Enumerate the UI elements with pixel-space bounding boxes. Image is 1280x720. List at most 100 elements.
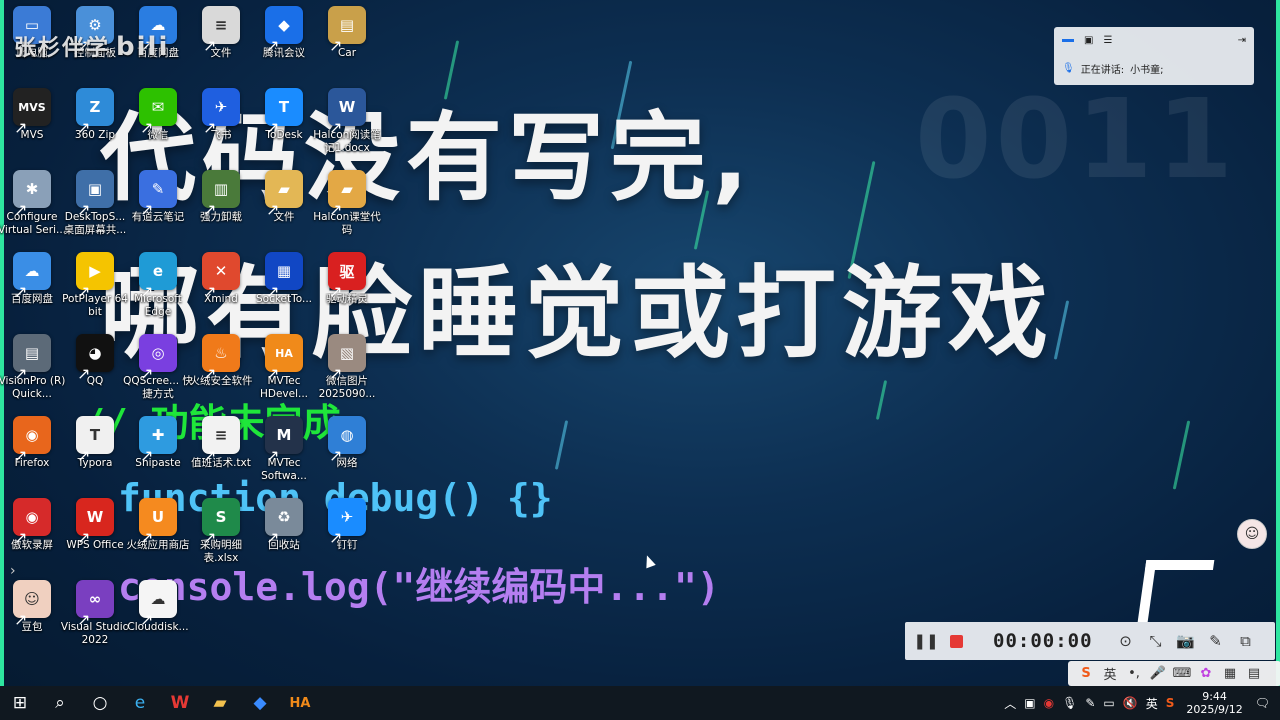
desktop-icon[interactable]: Z ↗ 360 Zip (63, 88, 127, 170)
camera-icon[interactable]: 📷 (1171, 626, 1201, 656)
desktop-icon[interactable]: 驱 ↗ 驱动精灵 (315, 252, 379, 334)
desktop-icon[interactable]: ◕ ↗ QQ (63, 334, 127, 416)
tray-network-icon[interactable]: ▭ (1099, 696, 1118, 710)
taskbar-wps-icon[interactable]: W (160, 686, 200, 720)
desktop-icon[interactable]: HA ↗ MVTec HDevel... (252, 334, 316, 416)
ime-menu-icon[interactable]: ▤ (1242, 666, 1266, 681)
tray-pen-icon[interactable]: ✎ (1081, 696, 1099, 710)
desktop-icon-label: Firefox (14, 457, 50, 469)
desktop-icon[interactable]: ▦ ↗ SocketTo... (252, 252, 316, 334)
toolbox-icon[interactable]: ▦ (1218, 666, 1242, 681)
search-icon[interactable]: ⌕ (40, 686, 80, 720)
shortcut-arrow-icon: ↗ (140, 610, 154, 629)
desktop-icon[interactable]: ▣ ↗ DeskTopS... 桌面屏幕共... (63, 170, 127, 252)
stop-record-button[interactable] (941, 626, 971, 656)
desktop-icon[interactable]: W ↗ Halcon阅读笔记1.docx (313, 88, 381, 170)
minimize-icon[interactable] (1062, 38, 1074, 42)
video-watermark: 张杉伴学 bili (14, 30, 169, 62)
desktop-icon[interactable]: ✕ ↗ Xmind (189, 252, 253, 334)
desktop-icon-label: Halcon课堂代码 (313, 211, 381, 236)
shortcut-arrow-icon: ↗ (203, 282, 217, 301)
desktop-icon[interactable]: ◍ ↗ 网络 (315, 416, 379, 498)
desktop-icon[interactable]: ☁ ↗ Clouddisk... (126, 580, 190, 662)
tray-sogou-icon[interactable]: S (1162, 696, 1179, 710)
shortcut-arrow-icon: ↗ (77, 364, 91, 383)
shortcut-arrow-icon: ↗ (77, 200, 91, 219)
task-view-icon[interactable]: ○ (80, 686, 120, 720)
desktop-icon[interactable]: ▤ ↗ VisionPro (R) Quick... (0, 334, 65, 416)
desktop-icon[interactable]: ▥ ↗ 强力卸载 (189, 170, 253, 252)
desktop-icon[interactable]: ◉ ↗ Firefox (0, 416, 64, 498)
shortcut-arrow-icon: ↗ (140, 118, 154, 137)
desktop-icon-label: 傲软录屏 (11, 539, 53, 551)
desktop-icon[interactable]: ☺ ↗ 豆包 (0, 580, 64, 662)
desktop-icon-label: 百度网盘 (11, 293, 53, 305)
camera-focus-icon[interactable]: ⊙ (1111, 626, 1141, 656)
chevron-right-icon[interactable]: › (10, 563, 16, 579)
taskbar-tencent-meeting-icon[interactable]: ◆ (240, 686, 280, 720)
desktop-icon[interactable]: ▶ ↗ PotPlayer 64 bit (62, 252, 128, 334)
list-icon[interactable]: ☰ (1103, 35, 1112, 46)
tray-app-icon[interactable]: ▣ (1020, 696, 1039, 710)
voice-input-icon[interactable]: 🎤 (1146, 666, 1170, 681)
start-button[interactable]: ⊞ (0, 686, 40, 720)
desktop-icon[interactable]: ✉ ↗ 微信 (126, 88, 190, 170)
desktop-icon[interactable]: ≡ ↗ 文件 (189, 6, 253, 88)
desktop-icon[interactable]: ▧ ↗ 微信图片 2025090... (315, 334, 379, 416)
ime-language-toggle[interactable]: 英 (1098, 664, 1122, 683)
desktop-icon[interactable]: ✈ ↗ 飞书 (189, 88, 253, 170)
desktop-icon[interactable]: M ↗ MVTec Softwa... (252, 416, 316, 498)
keyboard-icon[interactable]: ⌨ (1170, 666, 1194, 681)
desktop-icon-label: QQ (86, 375, 104, 387)
desktop-icon[interactable]: U ↗ 火绒应用商店 (126, 498, 190, 580)
tray-expand-icon[interactable]: ︿ (1000, 695, 1020, 712)
pause-icon[interactable]: ❚❚ (911, 626, 941, 656)
skin-icon[interactable]: ✿ (1194, 666, 1218, 681)
desktop-icon[interactable]: e ↗ Microsoft Edge (126, 252, 190, 334)
desktop-icon[interactable]: T ↗ ToDesk (252, 88, 316, 170)
desktop-icon[interactable]: ✚ ↗ Snipaste (126, 416, 190, 498)
desktop-icon[interactable]: ♨ ↗ 火绒安全软件 (189, 334, 253, 416)
desktop-icon[interactable]: S ↗ 采购明细表.xlsx (189, 498, 253, 580)
shortcut-arrow-icon: ↗ (140, 446, 154, 465)
desktop-icon[interactable]: ▤ ↗ Car (315, 6, 379, 88)
expand-icon[interactable]: ⇥ (1238, 35, 1246, 46)
taskbar-clock[interactable]: 9:44 2025/9/12 (1178, 690, 1250, 716)
desktop-icon[interactable]: W ↗ WPS Office (63, 498, 127, 580)
notification-icon[interactable]: 🗨 (1251, 696, 1280, 710)
pen-icon[interactable]: ✎ (1201, 626, 1231, 656)
desktop-icon[interactable]: T ↗ Typora (63, 416, 127, 498)
tray-sound-icon[interactable]: 🔇 (1119, 696, 1142, 710)
window-icon[interactable]: ▣ (1084, 35, 1093, 46)
tray-record-icon[interactable]: ◉ (1040, 696, 1058, 710)
meeting-speaker-panel: ▣ ☰ ⇥ 🎙 正在讲话: 小书童; (1054, 27, 1254, 85)
shortcut-arrow-icon: ↗ (266, 200, 280, 219)
desktop-icon[interactable]: ◆ ↗ 腾讯会议 (252, 6, 316, 88)
desktop-icon[interactable]: ☁ ↗ 百度网盘 (0, 252, 64, 334)
shrink-icon[interactable]: ⤡ (1141, 626, 1171, 656)
tray-ime-language[interactable]: 英 (1142, 695, 1162, 712)
desktop-icon[interactable]: ≡ ↗ 值班话术.txt (189, 416, 253, 498)
shortcut-arrow-icon: ↗ (329, 446, 343, 465)
popout-icon[interactable]: ⧉ (1231, 626, 1261, 656)
assistant-avatar[interactable]: ☺ (1237, 519, 1267, 549)
desktop-icon[interactable]: ∞ ↗ Visual Studio 2022 (61, 580, 129, 662)
taskbar-edge-icon[interactable]: e (120, 686, 160, 720)
desktop-icon-label: QQScree... 快捷方式 (123, 375, 193, 400)
sogou-logo-icon[interactable]: S (1074, 666, 1098, 681)
desktop-icon[interactable]: MVS ↗ MVS (0, 88, 64, 170)
desktop-icon[interactable]: ▰ ↗ Halcon课堂代码 (313, 170, 381, 252)
desktop-icon[interactable]: ✈ ↗ 钉钉 (315, 498, 379, 580)
tray-mic-icon[interactable]: 🎙 (1058, 696, 1081, 710)
taskbar-halcon-icon[interactable]: HA (280, 686, 320, 720)
desktop-icon[interactable]: ◎ ↗ QQScree... 快捷方式 (123, 334, 193, 416)
clock-time: 9:44 (1202, 690, 1227, 703)
desktop-icon-label: ToDesk (265, 129, 303, 141)
desktop-icon[interactable]: ✱ ↗ Configure Virtual Seri... (0, 170, 66, 252)
desktop-icon[interactable]: ▰ ↗ 文件 (252, 170, 316, 252)
taskbar-file-explorer-icon[interactable]: ▰ (200, 686, 240, 720)
punctuation-icon[interactable]: •, (1122, 666, 1146, 681)
desktop-icon[interactable]: ♻ ↗ 回收站 (252, 498, 316, 580)
desktop-icon[interactable]: ✎ ↗ 有道云笔记 (126, 170, 190, 252)
desktop-icon-label: 钉钉 (336, 539, 358, 551)
